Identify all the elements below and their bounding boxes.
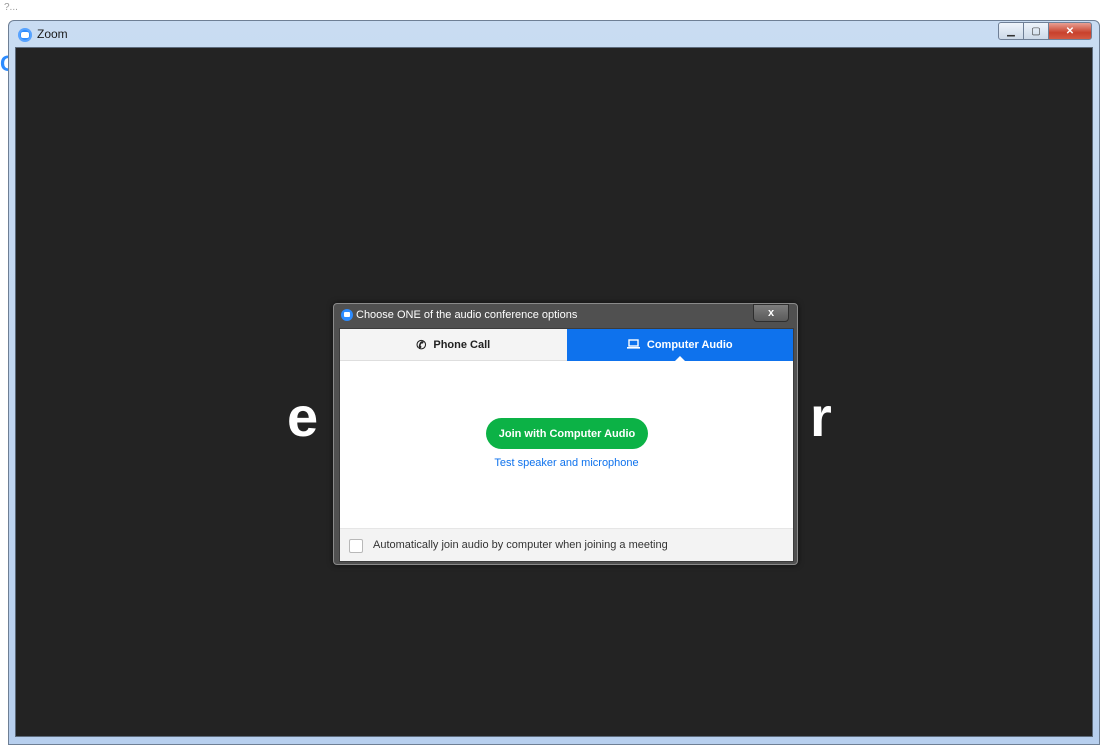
window-titlebar[interactable]: Zoom ▁ ▢ ✕ (9, 21, 1099, 47)
backdrop-text-right: r (810, 385, 832, 448)
close-icon: ✕ (1065, 25, 1075, 37)
tab-phone-call[interactable]: ✆ Phone Call (340, 329, 567, 361)
window-controls: ▁ ▢ ✕ (998, 22, 1092, 40)
tab-computer-audio-label: Computer Audio (646, 339, 733, 351)
phone-icon: ✆ (416, 337, 427, 352)
background-partial-logo-icon: C (0, 52, 16, 76)
dialog-close-button[interactable]: x (753, 304, 789, 322)
dialog-body: ✆ Phone Call Computer Audio Join with Co… (339, 328, 794, 562)
laptop-icon (626, 338, 640, 352)
join-computer-audio-button[interactable]: Join with Computer Audio (486, 418, 648, 449)
tab-phone-call-label: Phone Call (433, 338, 491, 351)
window-title: Zoom (37, 27, 68, 41)
zoom-dialog-icon (341, 309, 353, 321)
background-partial-text: ?... (4, 2, 18, 13)
close-icon: x (767, 307, 775, 319)
maximize-icon: ▢ (1031, 25, 1041, 37)
tab-computer-audio[interactable]: Computer Audio (566, 329, 793, 362)
minimize-icon: ▁ (1007, 25, 1015, 37)
minimize-button[interactable]: ▁ (998, 22, 1024, 40)
auto-join-checkbox[interactable] (349, 539, 363, 553)
test-speaker-microphone-link[interactable]: Test speaker and microphone (340, 457, 793, 469)
audio-tabs: ✆ Phone Call Computer Audio (340, 329, 793, 362)
dialog-titlebar[interactable]: Choose ONE of the audio conference optio… (334, 304, 797, 326)
audio-options-dialog: Choose ONE of the audio conference optio… (333, 303, 798, 565)
maximize-button[interactable]: ▢ (1023, 22, 1049, 40)
close-window-button[interactable]: ✕ (1048, 22, 1092, 40)
dialog-footer: Automatically join audio by computer whe… (340, 528, 793, 561)
dialog-title: Choose ONE of the audio conference optio… (356, 309, 578, 321)
zoom-app-icon (18, 28, 32, 42)
backdrop-text-left: e (287, 385, 319, 448)
auto-join-label[interactable]: Automatically join audio by computer whe… (373, 539, 668, 551)
